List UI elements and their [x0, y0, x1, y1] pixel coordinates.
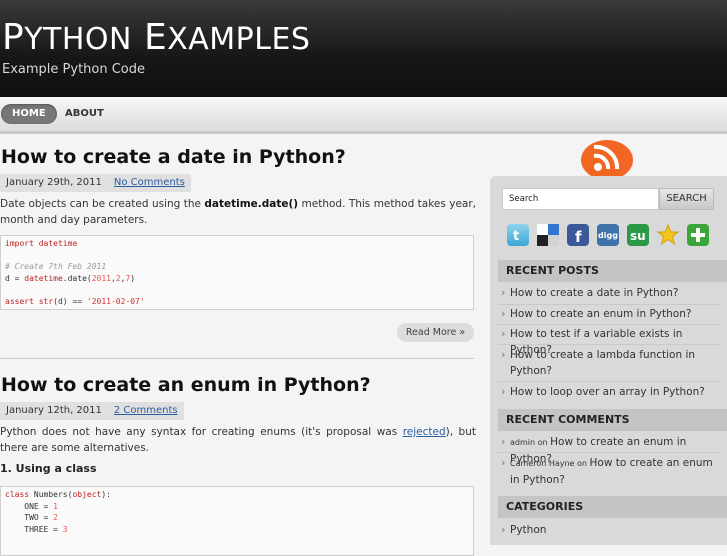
- sidebar-item-recent-post[interactable]: How to create a date in Python?: [498, 285, 720, 301]
- site-title[interactable]: PYTHON EXAMPLES: [2, 18, 310, 60]
- digg-icon[interactable]: digg: [597, 224, 619, 246]
- comment-author[interactable]: admin: [510, 438, 535, 447]
- post-meta: January 12th, 2011 2 Comments: [0, 402, 184, 420]
- section-subheading: 1. Using a class: [0, 462, 97, 475]
- sidebar-separator: [498, 452, 720, 453]
- comments-link[interactable]: No Comments: [108, 177, 191, 188]
- code-line: THREE = 3: [5, 524, 68, 534]
- recent-comments-heading: RECENT COMMENTS: [498, 409, 727, 431]
- code-block: class Numbers(object): ONE = 1 TWO = 2 T…: [0, 486, 474, 556]
- site-title-initial-2: E: [143, 17, 168, 58]
- sidebar-item-category[interactable]: Python: [498, 522, 720, 538]
- site-title-rest-2: XAMPLES: [167, 22, 311, 57]
- nav-bar: HOME ABOUT: [0, 97, 727, 134]
- post-date: January 29th, 2011: [6, 177, 102, 188]
- nav-home[interactable]: HOME: [1, 104, 57, 124]
- svg-text:t: t: [513, 229, 519, 244]
- sidebar-separator: [498, 381, 720, 382]
- code-block: import datetime # Create 7th Feb 2011 d …: [0, 235, 474, 310]
- code-line: ONE = 1: [5, 501, 58, 511]
- comments-link[interactable]: 2 Comments: [108, 405, 184, 416]
- comment-on: on: [535, 438, 551, 447]
- post-title[interactable]: How to create a date in Python?: [1, 146, 346, 168]
- code-line: class Numbers(object):: [5, 490, 111, 499]
- add-plus-icon[interactable]: [687, 224, 709, 246]
- rejected-link[interactable]: rejected: [403, 426, 446, 438]
- sidebar-separator: [498, 344, 720, 345]
- site-title-rest-1: YTHON: [24, 22, 132, 57]
- delicious-icon[interactable]: [537, 224, 559, 246]
- svg-text:f: f: [575, 228, 582, 246]
- sidebar: Search SEARCH t f digg su RECENT POSTS H…: [490, 176, 727, 545]
- post-title[interactable]: How to create an enum in Python?: [1, 374, 371, 396]
- comment-on: on: [574, 459, 590, 468]
- site-title-initial-1: P: [2, 17, 25, 58]
- post-date: January 12th, 2011: [6, 405, 102, 416]
- code-line: # Create 7th Feb 2011: [5, 262, 107, 271]
- post-excerpt: Date objects can be created using the da…: [0, 196, 476, 228]
- site-description: Example Python Code: [2, 62, 146, 77]
- excerpt-text: Python does not have any syntax for crea…: [0, 426, 403, 438]
- excerpt-text: Date objects can be created using the: [0, 198, 205, 210]
- facebook-icon[interactable]: f: [567, 224, 589, 246]
- post-excerpt: Python does not have any syntax for crea…: [0, 424, 476, 456]
- search-button[interactable]: SEARCH: [659, 188, 714, 210]
- site-header: PYTHON EXAMPLES Example Python Code: [0, 0, 727, 97]
- sidebar-separator: [498, 304, 720, 305]
- search-input[interactable]: Search: [502, 188, 659, 210]
- code-line: d = datetime.date(2011,2,7): [5, 273, 136, 283]
- code-line: assert str(d) == '2011-02-07': [5, 296, 145, 306]
- twitter-icon[interactable]: t: [507, 224, 529, 246]
- sidebar-item-recent-post[interactable]: How to loop over an array in Python?: [498, 384, 720, 400]
- rss-feed-icon[interactable]: [580, 136, 634, 180]
- svg-text:su: su: [630, 229, 646, 243]
- code-line: TWO = 2: [5, 513, 58, 522]
- sidebar-separator: [498, 324, 720, 325]
- categories-heading: CATEGORIES: [498, 496, 727, 518]
- excerpt-bold: datetime.date(): [204, 198, 299, 210]
- post-divider: [0, 358, 474, 359]
- stumbleupon-icon[interactable]: su: [627, 224, 649, 246]
- read-more-button[interactable]: Read More »: [397, 323, 474, 342]
- code-line: import datetime: [5, 239, 78, 248]
- recent-posts-heading: RECENT POSTS: [498, 260, 727, 282]
- favorite-star-icon[interactable]: [656, 223, 680, 246]
- nav-about[interactable]: ABOUT: [54, 104, 115, 124]
- sidebar-item-recent-comment[interactable]: Cameron Hayne on How to create an enum i…: [498, 455, 720, 488]
- svg-text:digg: digg: [598, 231, 618, 240]
- post-meta: January 29th, 2011 No Comments: [0, 174, 191, 192]
- sidebar-item-recent-post[interactable]: How to create a lambda function in Pytho…: [498, 347, 720, 379]
- sidebar-item-recent-post[interactable]: How to create an enum in Python?: [498, 306, 720, 322]
- comment-author[interactable]: Cameron Hayne: [510, 459, 574, 468]
